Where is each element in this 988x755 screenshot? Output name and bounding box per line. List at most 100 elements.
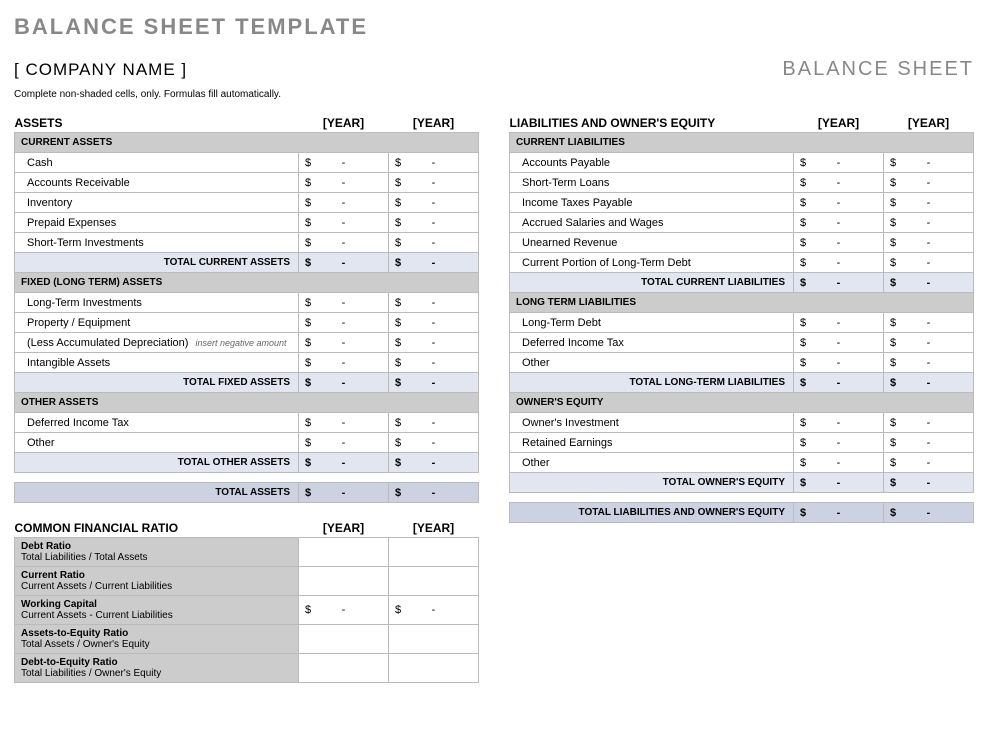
total-liab-equity-y1: $- xyxy=(794,503,884,523)
line-item-row: Long-Term Debt$-$- xyxy=(510,313,974,333)
subsection-header: CURRENT LIABILITIES xyxy=(510,133,974,153)
assets-table: ASSETS [YEAR] [YEAR] CURRENT ASSETSCash$… xyxy=(14,112,479,503)
subtotal-label: TOTAL FIXED ASSETS xyxy=(15,373,299,393)
value-cell[interactable]: $- xyxy=(884,413,974,433)
year-header[interactable]: [YEAR] xyxy=(389,517,479,538)
value-cell[interactable]: $- xyxy=(794,353,884,373)
ratio-value xyxy=(389,625,479,654)
value-cell[interactable]: $- xyxy=(884,353,974,373)
value-cell[interactable]: $- xyxy=(299,293,389,313)
value-cell: $- xyxy=(389,373,479,393)
liabilities-heading: LIABILITIES AND OWNER'S EQUITY xyxy=(510,112,794,133)
line-item-label: Other xyxy=(510,453,794,473)
value-cell[interactable]: $- xyxy=(299,333,389,353)
value-cell[interactable]: $- xyxy=(299,193,389,213)
value-cell[interactable]: $- xyxy=(389,173,479,193)
value-cell[interactable]: $- xyxy=(884,333,974,353)
line-item-label: Accounts Payable xyxy=(510,153,794,173)
ratio-value: $- xyxy=(299,596,389,625)
subsection-header: FIXED (LONG TERM) ASSETS xyxy=(15,273,479,293)
value-cell[interactable]: $- xyxy=(299,213,389,233)
line-item-label: Current Portion of Long-Term Debt xyxy=(510,253,794,273)
value-cell[interactable]: $- xyxy=(299,173,389,193)
value-cell[interactable]: $- xyxy=(884,213,974,233)
value-cell[interactable]: $- xyxy=(884,233,974,253)
line-item-row: Cash$-$- xyxy=(15,153,479,173)
line-item-row: Current Portion of Long-Term Debt$-$- xyxy=(510,253,974,273)
value-cell[interactable]: $- xyxy=(794,153,884,173)
ratio-value xyxy=(389,538,479,567)
line-item-row: Accounts Payable$-$- xyxy=(510,153,974,173)
doc-label: BALANCE SHEET xyxy=(782,58,974,81)
subtotal-row: TOTAL OTHER ASSETS$-$- xyxy=(15,453,479,473)
value-cell[interactable]: $- xyxy=(299,233,389,253)
value-cell[interactable]: $- xyxy=(794,193,884,213)
year-header[interactable]: [YEAR] xyxy=(299,112,389,133)
value-cell[interactable]: $- xyxy=(884,173,974,193)
value-cell[interactable]: $- xyxy=(884,313,974,333)
value-cell[interactable]: $- xyxy=(794,413,884,433)
value-cell: $- xyxy=(884,373,974,393)
value-cell[interactable]: $- xyxy=(299,153,389,173)
value-cell[interactable]: $- xyxy=(794,333,884,353)
value-cell[interactable]: $- xyxy=(299,353,389,373)
line-item-row: Short-Term Loans$-$- xyxy=(510,173,974,193)
value-cell[interactable]: $- xyxy=(884,453,974,473)
value-cell[interactable]: $- xyxy=(884,253,974,273)
total-liab-equity-y2: $- xyxy=(884,503,974,523)
value-cell[interactable]: $- xyxy=(794,453,884,473)
subsection-header: OWNER'S EQUITY xyxy=(510,393,974,413)
value-cell[interactable]: $- xyxy=(389,153,479,173)
subtotal-label: TOTAL OWNER'S EQUITY xyxy=(510,473,794,493)
subtotal-label: TOTAL CURRENT LIABILITIES xyxy=(510,273,794,293)
value-cell[interactable]: $- xyxy=(794,253,884,273)
ratio-value xyxy=(299,538,389,567)
value-cell[interactable]: $- xyxy=(884,153,974,173)
value-cell[interactable]: $- xyxy=(794,233,884,253)
value-cell[interactable]: $- xyxy=(389,353,479,373)
value-cell[interactable]: $- xyxy=(389,333,479,353)
company-name[interactable]: [ COMPANY NAME ] xyxy=(14,60,187,80)
line-item-label: Long-Term Debt xyxy=(510,313,794,333)
subtotal-row: TOTAL LONG-TERM LIABILITIES$-$- xyxy=(510,373,974,393)
line-item-row: Deferred Income Tax$-$- xyxy=(510,333,974,353)
subtotal-row: TOTAL FIXED ASSETS$-$- xyxy=(15,373,479,393)
value-cell[interactable]: $- xyxy=(299,413,389,433)
line-item-row: Owner's Investment$-$- xyxy=(510,413,974,433)
value-cell[interactable]: $- xyxy=(794,173,884,193)
value-cell[interactable]: $- xyxy=(794,213,884,233)
value-cell[interactable]: $- xyxy=(794,433,884,453)
line-item-label: Inventory xyxy=(15,193,299,213)
year-header[interactable]: [YEAR] xyxy=(299,517,389,538)
value-cell[interactable]: $- xyxy=(884,193,974,213)
year-header[interactable]: [YEAR] xyxy=(794,112,884,133)
value-cell[interactable]: $- xyxy=(389,293,479,313)
value-cell[interactable]: $- xyxy=(299,433,389,453)
value-cell: $- xyxy=(794,273,884,293)
ratio-row: Assets-to-Equity RatioTotal Assets / Own… xyxy=(15,625,479,654)
line-item-label: Property / Equipment xyxy=(15,313,299,333)
value-cell[interactable]: $- xyxy=(389,193,479,213)
ratio-value xyxy=(389,567,479,596)
value-cell[interactable]: $- xyxy=(389,413,479,433)
page-title: BALANCE SHEET TEMPLATE xyxy=(14,14,974,40)
total-assets-label: TOTAL ASSETS xyxy=(15,483,299,503)
value-cell[interactable]: $- xyxy=(299,313,389,333)
value-cell[interactable]: $- xyxy=(794,313,884,333)
value-cell[interactable]: $- xyxy=(389,213,479,233)
year-header[interactable]: [YEAR] xyxy=(884,112,974,133)
value-cell[interactable]: $- xyxy=(884,433,974,453)
value-cell[interactable]: $- xyxy=(389,433,479,453)
ratio-value xyxy=(299,654,389,683)
line-item-row: Other$-$- xyxy=(15,433,479,453)
ratio-row: Current RatioCurrent Assets / Current Li… xyxy=(15,567,479,596)
liabilities-column: LIABILITIES AND OWNER'S EQUITY [YEAR] [Y… xyxy=(509,112,974,533)
ratio-value xyxy=(299,625,389,654)
line-item-row: Short-Term Investments$-$- xyxy=(15,233,479,253)
value-cell[interactable]: $- xyxy=(389,313,479,333)
subtotal-label: TOTAL CURRENT ASSETS xyxy=(15,253,299,273)
line-item-label: Owner's Investment xyxy=(510,413,794,433)
year-header[interactable]: [YEAR] xyxy=(389,112,479,133)
value-cell[interactable]: $- xyxy=(389,233,479,253)
ratios-table: COMMON FINANCIAL RATIO [YEAR] [YEAR] Deb… xyxy=(14,517,479,683)
